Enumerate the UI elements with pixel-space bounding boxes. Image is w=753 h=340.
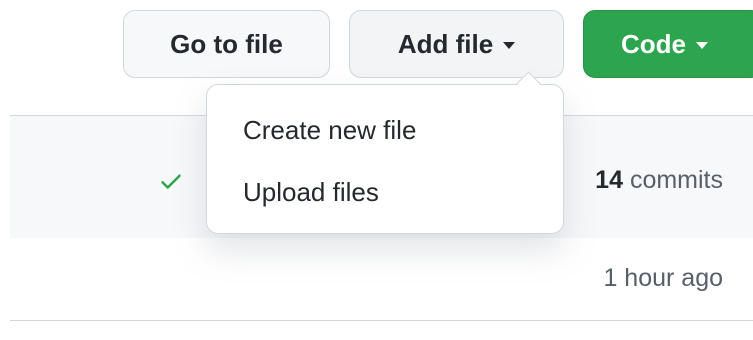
commits-link[interactable]: 14 commits [595,166,723,195]
chevron-down-icon [696,42,708,49]
add-file-button[interactable]: Add file [349,10,564,78]
go-to-file-button[interactable]: Go to file [123,10,330,78]
go-to-file-label: Go to file [170,28,283,59]
code-label: Code [621,28,686,59]
file-row-time: 1 hour ago [603,264,723,292]
code-button[interactable]: Code [583,10,753,78]
upload-files-menu-item[interactable]: Upload files [207,167,563,217]
create-new-file-menu-item[interactable]: Create new file [207,105,563,155]
commits-label: commits [629,166,723,194]
add-file-label: Add file [397,28,494,59]
add-file-dropdown-menu: Create new file Upload files [206,71,564,234]
check-icon [161,174,181,189]
commit-count: 14 [595,166,623,194]
chevron-down-icon [503,42,516,49]
